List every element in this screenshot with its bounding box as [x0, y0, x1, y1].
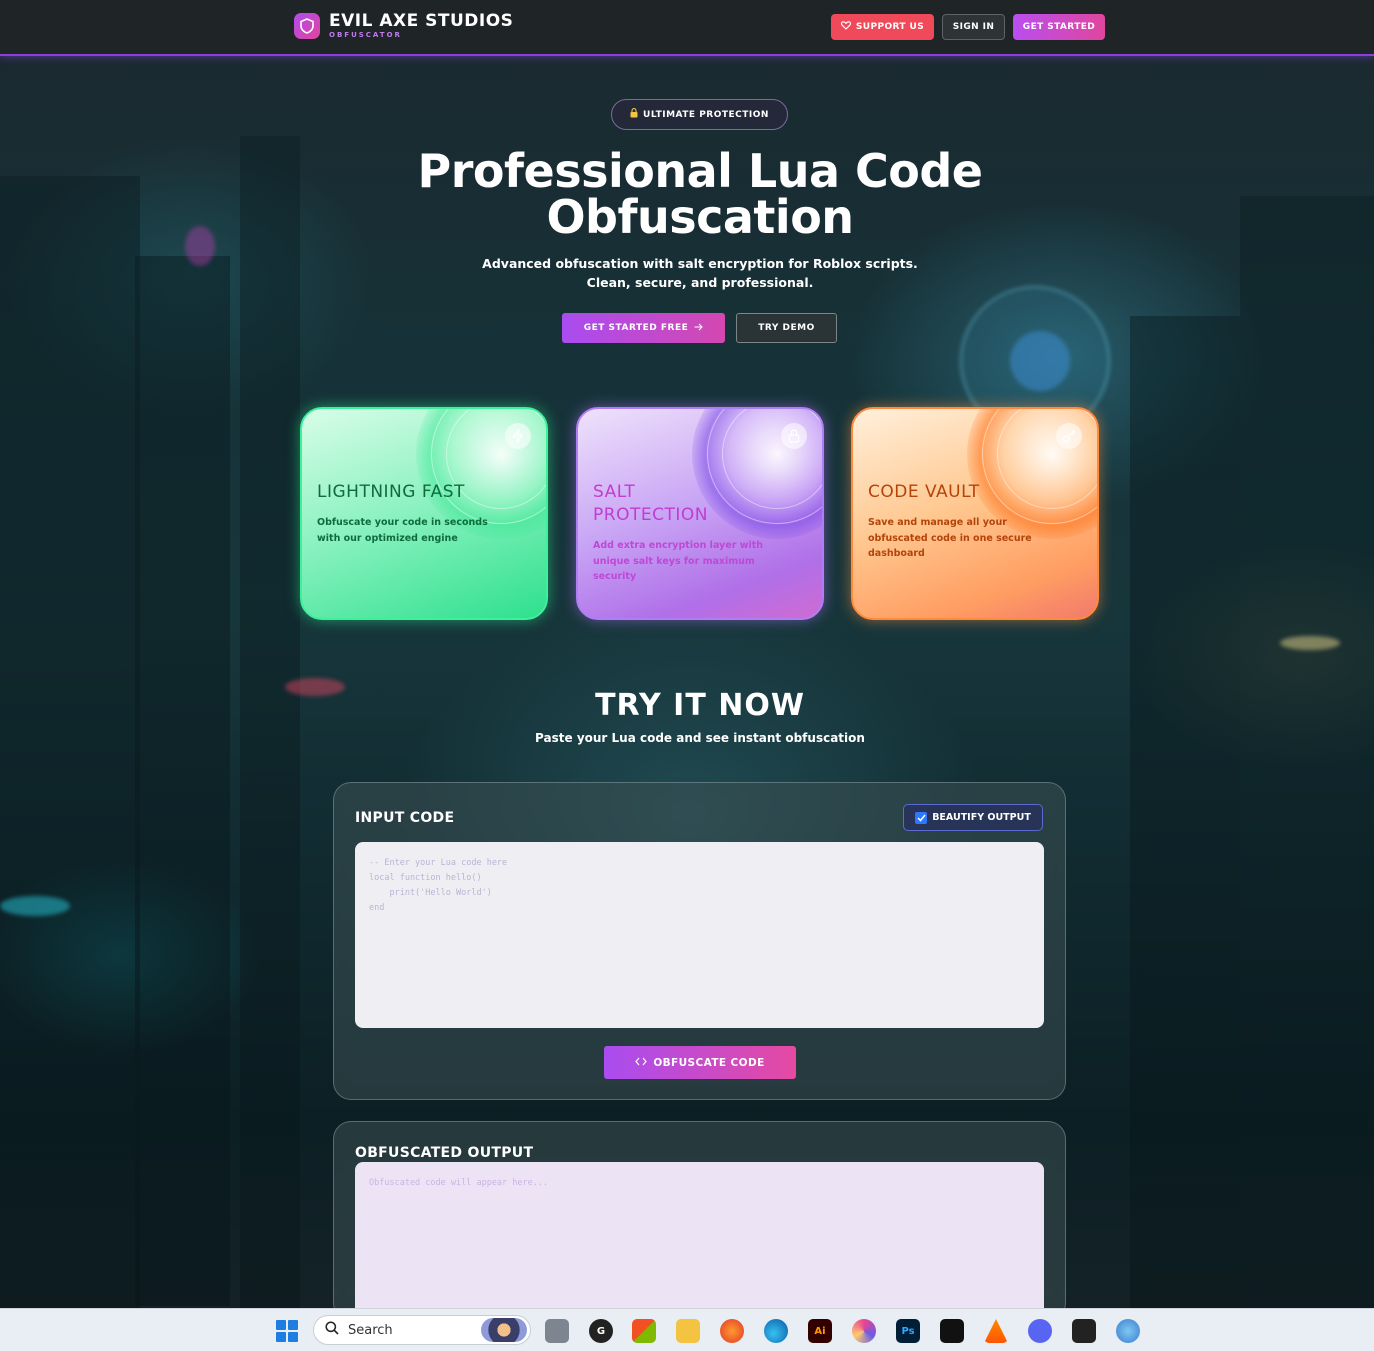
obfuscated-output-panel: OBFUSCATED OUTPUT Obfuscated code will a… — [333, 1121, 1066, 1332]
blender-like-icon[interactable] — [940, 1319, 964, 1343]
badge-label: ULTIMATE PROTECTION — [643, 109, 769, 120]
task-view-icon[interactable] — [545, 1319, 569, 1343]
search-icon — [325, 1321, 339, 1339]
feature-card-vault: CODE VAULT Save and manage all your obfu… — [851, 407, 1099, 620]
hero-title: Professional Lua Code Obfuscation — [300, 148, 1100, 240]
windows-start-icon[interactable] — [276, 1320, 298, 1342]
checkbox-checked-icon[interactable] — [915, 811, 928, 824]
try-demo-button[interactable]: TRY DEMO — [736, 313, 837, 343]
store-icon[interactable] — [632, 1319, 656, 1343]
obfuscated-output-label: OBFUSCATED OUTPUT — [355, 1145, 534, 1161]
input-code-textarea[interactable]: -- Enter your Lua code here local functi… — [355, 842, 1044, 1028]
feature-title-text: SALT PROTECTION — [593, 482, 708, 525]
feature-description: Save and manage all your obfuscated code… — [868, 517, 1032, 559]
input-code-label: INPUT CODE — [355, 810, 455, 826]
lock-icon — [781, 423, 807, 449]
heart-icon — [840, 21, 851, 33]
photoshop-icon[interactable]: Ps — [896, 1319, 920, 1343]
feature-title: LIGHTNING FAST — [317, 482, 465, 502]
brand-subtitle: OBFUSCATOR — [329, 31, 402, 39]
key-icon — [1056, 423, 1082, 449]
hero-subtitle-line2: Clean, secure, and professional. — [586, 275, 814, 290]
color-app-icon[interactable] — [852, 1319, 876, 1343]
input-code-panel: INPUT CODE BEAUTIFY OUTPUT -- Enter your… — [333, 782, 1066, 1100]
firefox-icon[interactable] — [720, 1319, 744, 1343]
code-brackets-icon — [635, 1057, 648, 1069]
lock-icon — [630, 108, 638, 121]
try-it-now-heading: TRY IT NOW — [595, 688, 805, 723]
feature-description: Obfuscate your code in seconds with our … — [317, 517, 488, 544]
brand-title: EVIL AXE STUDIOS — [329, 11, 514, 31]
feature-card-lightning: LIGHTNING FAST Obfuscate your code in se… — [300, 407, 548, 620]
illustrator-icon[interactable]: Ai — [808, 1319, 832, 1343]
windows-taskbar: Search G Ai Ps — [0, 1308, 1374, 1351]
hero-title-line2: Obfuscation — [546, 190, 854, 244]
feature-description: Add extra encryption layer with unique s… — [593, 540, 764, 582]
lightning-icon — [505, 423, 531, 449]
edge-icon[interactable] — [764, 1319, 788, 1343]
obfuscate-code-label: OBFUSCATE CODE — [653, 1056, 765, 1069]
feature-title: CODE VAULT — [868, 482, 980, 502]
search-label: Search — [348, 1322, 393, 1338]
feature-card-salt: SALT PROTECTION Add extra encryption lay… — [576, 407, 824, 620]
file-explorer-icon[interactable] — [676, 1319, 700, 1343]
taskbar-search[interactable]: Search — [313, 1315, 531, 1345]
obfuscate-code-button[interactable]: OBFUSCATE CODE — [604, 1046, 796, 1079]
shield-logo-icon — [294, 12, 320, 39]
arrow-right-icon — [694, 323, 704, 334]
get-started-button[interactable]: GET STARTED — [1013, 14, 1105, 40]
sign-in-button[interactable]: SIGN IN — [942, 14, 1005, 40]
hero-subtitle: Advanced obfuscation with salt encryptio… — [400, 254, 1000, 292]
vlc-icon[interactable] — [984, 1319, 1008, 1343]
try-it-now-subtitle: Paste your Lua code and see instant obfu… — [535, 731, 865, 745]
top-navigation: EVIL AXE STUDIOS OBFUSCATOR SUPPORT US S… — [0, 0, 1374, 56]
roblox-icon[interactable] — [1072, 1319, 1096, 1343]
beautify-output-label: BEAUTIFY OUTPUT — [932, 812, 1031, 823]
search-highlight-image — [481, 1318, 527, 1342]
support-us-label: SUPPORT US — [855, 22, 925, 32]
g-app-icon[interactable]: G — [589, 1319, 613, 1343]
hero-subtitle-line1: Advanced obfuscation with salt encryptio… — [482, 256, 918, 271]
obfuscated-output-textarea[interactable]: Obfuscated code will appear here... — [355, 1162, 1044, 1332]
get-started-free-label: GET STARTED FREE — [583, 323, 689, 333]
beautify-output-toggle[interactable]: BEAUTIFY OUTPUT — [903, 804, 1043, 831]
support-us-button[interactable]: SUPPORT US — [831, 14, 934, 40]
get-started-free-button[interactable]: GET STARTED FREE — [562, 313, 725, 343]
hero-title-line1: Professional Lua Code — [417, 144, 983, 198]
brand[interactable]: EVIL AXE STUDIOS OBFUSCATOR — [294, 12, 513, 39]
paint-icon[interactable] — [1116, 1319, 1140, 1343]
feature-title: SALT PROTECTION — [593, 481, 813, 527]
ultimate-protection-badge: ULTIMATE PROTECTION — [611, 99, 788, 130]
discord-icon[interactable] — [1028, 1319, 1052, 1343]
